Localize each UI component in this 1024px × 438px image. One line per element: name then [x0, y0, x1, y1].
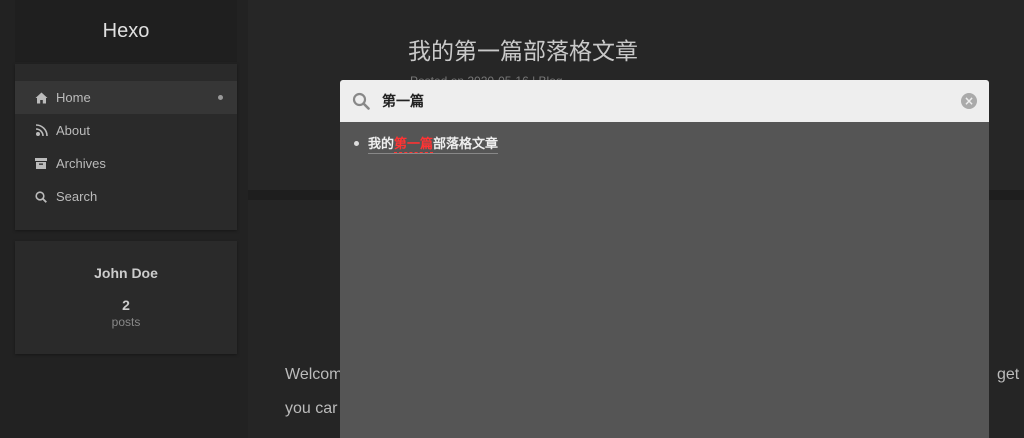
search-icon	[34, 190, 48, 204]
site-title[interactable]: Hexo	[15, 0, 237, 62]
sidebar-item-search[interactable]: Search	[15, 180, 237, 213]
sidebar-item-label: About	[56, 123, 90, 138]
search-results: 我的第一篇部落格文章	[340, 122, 989, 154]
search-input[interactable]	[382, 93, 961, 109]
post-count-label: posts	[111, 315, 141, 329]
sidebar-item-about[interactable]: About	[15, 114, 237, 147]
post-title[interactable]: 我的第一篇部落格文章	[408, 32, 638, 66]
home-icon	[34, 91, 48, 105]
post-body-line-1-end: get	[997, 366, 1020, 383]
author-name: John Doe	[94, 265, 158, 281]
search-bar: ×	[340, 80, 989, 122]
list-item: 我的第一篇部落格文章	[354, 133, 989, 154]
search-popup: × 我的第一篇部落格文章	[340, 80, 989, 438]
sidebar-item-archives[interactable]: Archives	[15, 147, 237, 180]
search-icon	[352, 92, 370, 110]
sidebar-menu: Home About Archives Search	[15, 64, 237, 230]
sidebar-item-label: Home	[56, 90, 91, 105]
bullet	[354, 140, 359, 146]
post-body-line-2: you car	[285, 400, 338, 417]
search-result-link[interactable]: 我的第一篇部落格文章	[368, 133, 499, 154]
result-text-match: 第一篇	[394, 136, 434, 153]
sidebar-item-home[interactable]: Home	[15, 81, 237, 114]
user-icon	[34, 124, 48, 138]
sidebar-item-label: Search	[56, 189, 98, 204]
clear-search-icon[interactable]: ×	[961, 93, 977, 109]
result-text-after: 部落格文章	[433, 136, 499, 152]
sidebar-item-label: Archives	[56, 156, 106, 171]
post-count[interactable]: 2	[15, 297, 237, 313]
active-indicator	[218, 95, 223, 100]
author-panel: John Doe 2 posts	[15, 241, 237, 354]
post-body-line-1: Welcom	[285, 366, 343, 383]
archive-icon	[34, 157, 48, 171]
result-text-before: 我的	[368, 136, 395, 152]
sidebar: Hexo Home About Archives Search John Doe…	[0, 0, 248, 438]
